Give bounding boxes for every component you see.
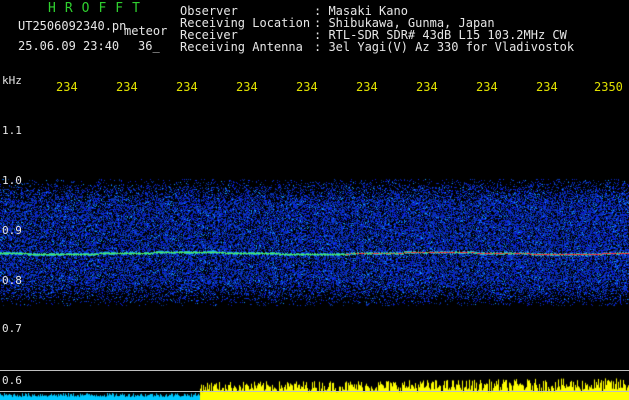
- y-tick-label: 0.8: [2, 274, 22, 287]
- spectrogram-waterfall: [0, 66, 629, 400]
- count-label: 36_: [138, 39, 160, 53]
- y-tick-label: 1.0: [2, 174, 22, 187]
- graph-baseline: [0, 391, 629, 392]
- antenna-label: Receiving Antenna: [180, 40, 303, 54]
- filename-label: UT2506092340.pn: [18, 19, 127, 33]
- app-title: HROFFT: [48, 1, 149, 16]
- y-tick-label: 0.6: [2, 374, 22, 387]
- graph-divider-line: [0, 370, 629, 371]
- header-panel: HROFFT UT2506092340.pn meteor 25.06.09 2…: [0, 0, 629, 66]
- time-tick-label: 234: [536, 80, 558, 94]
- time-tick-label: 234: [116, 80, 138, 94]
- antenna-value: : 3el Yagi(V) Az 330 for Vladivostok: [314, 40, 575, 54]
- time-tick-label: 234: [356, 80, 378, 94]
- frequency-unit-label: kHz: [2, 74, 22, 87]
- time-tick-label: 234: [56, 80, 78, 94]
- time-tick-label: 234: [176, 80, 198, 94]
- time-tick-label: 234: [296, 80, 318, 94]
- time-tick-label: 234: [476, 80, 498, 94]
- datetime-label: 25.06.09 23:40: [18, 39, 120, 53]
- y-tick-label: 0.9: [2, 224, 22, 237]
- y-tick-label: 1.1: [2, 124, 22, 137]
- meteor-label: meteor: [124, 24, 168, 38]
- time-tick-label: 234: [236, 80, 258, 94]
- y-tick-label: 0.7: [2, 322, 22, 335]
- time-tick-label: 234: [416, 80, 438, 94]
- time-tick-label: 2350: [594, 80, 623, 94]
